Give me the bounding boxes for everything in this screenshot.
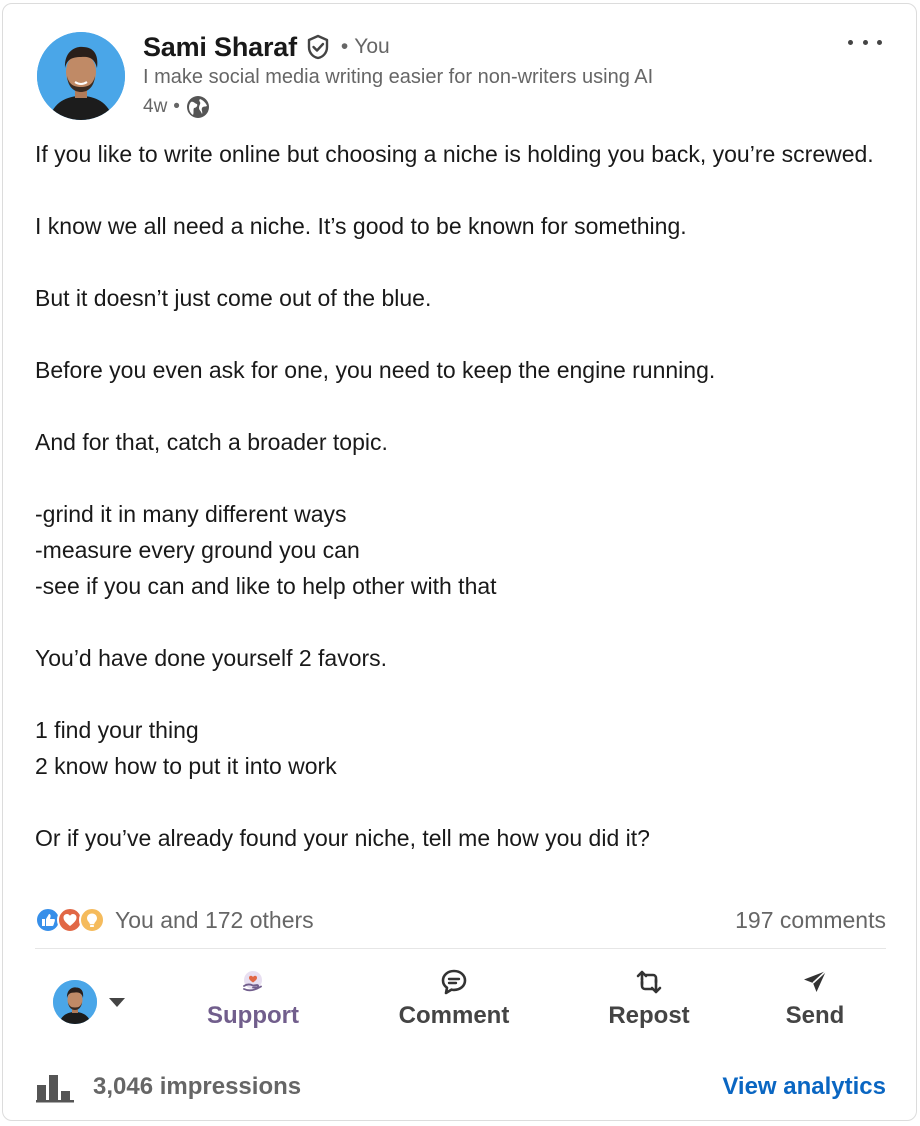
reaction-icons [35, 906, 107, 934]
repost-button[interactable]: Repost [601, 964, 697, 1040]
send-button[interactable]: Send [779, 964, 851, 1040]
post-time[interactable]: 4w [143, 96, 167, 118]
repost-icon [635, 968, 663, 996]
post-paragraph: If you like to write online but choosing… [35, 141, 874, 167]
repost-label: Repost [608, 1002, 690, 1029]
send-paper-plane-icon [801, 968, 829, 996]
meta-separator: • [173, 96, 180, 117]
impressions[interactable]: 3,046 impressions [35, 1068, 301, 1106]
support-button[interactable]: Support [203, 964, 303, 1040]
relation-separator: • [340, 35, 349, 58]
post-meta: 4w • [143, 94, 210, 120]
post-card: Sami Sharaf • You I make social media wr… [2, 3, 917, 1121]
comments-count[interactable]: 197 comments [735, 904, 886, 936]
relation-label: You [354, 35, 390, 58]
post-paragraph: And for that, catch a broader topic. [35, 429, 388, 455]
support-hand-heart-icon [239, 968, 267, 996]
paragraph-spacer [35, 172, 895, 208]
paragraph-spacer [35, 460, 895, 496]
author-name[interactable]: Sami Sharaf [143, 32, 297, 63]
action-bar: Support Comment Repost Send [35, 964, 891, 1040]
paragraph-spacer [35, 316, 895, 352]
post-paragraph: -grind it in many different ways [35, 501, 347, 527]
more-horizontal-icon [877, 39, 882, 45]
more-horizontal-icon [862, 39, 868, 45]
paragraph-spacer [35, 604, 895, 640]
send-label: Send [785, 1002, 845, 1029]
post-paragraph: But it doesn’t just come out of the blue… [35, 285, 432, 311]
shield-check-icon [305, 34, 331, 60]
post-paragraph: 2 know how to put it into work [35, 753, 337, 779]
post-body: If you like to write online but choosing… [35, 136, 895, 856]
post-paragraph: -see if you can and like to help other w… [35, 573, 497, 599]
author-name-row: Sami Sharaf • You [143, 29, 390, 65]
paragraph-spacer [35, 676, 895, 712]
more-horizontal-icon [848, 39, 853, 45]
paragraph-spacer [35, 244, 895, 280]
more-options-button[interactable] [848, 30, 882, 54]
comment-button[interactable]: Comment [391, 964, 517, 1040]
reaction-identity-selector[interactable] [53, 980, 125, 1024]
reactions-count[interactable]: You and 172 others [115, 907, 314, 934]
reactions-summary[interactable]: You and 172 others [35, 904, 314, 936]
support-label: Support [207, 1002, 299, 1029]
author-headline: I make social media writing easier for n… [143, 66, 654, 88]
caret-down-icon [109, 997, 125, 1007]
paragraph-spacer [35, 388, 895, 424]
post-paragraph: You’d have done yourself 2 favors. [35, 645, 388, 671]
impressions-count: 3,046 impressions [93, 1073, 302, 1100]
bar-chart-icon [35, 1071, 75, 1103]
author-avatar[interactable] [37, 32, 125, 120]
post-paragraph: Before you even ask for one, you need to… [35, 357, 716, 383]
post-paragraph: -measure every ground you can [35, 537, 360, 563]
insightful-bulb-icon [79, 907, 105, 933]
paragraph-spacer [35, 784, 895, 820]
view-analytics-link[interactable]: View analytics [722, 1068, 886, 1106]
comment-label: Comment [398, 1002, 510, 1029]
post-paragraph: 1 find your thing [35, 717, 199, 743]
avatar [53, 980, 97, 1024]
divider [35, 948, 886, 949]
post-paragraph: Or if you’ve already found your niche, t… [35, 825, 650, 851]
globe-icon [186, 95, 210, 119]
comment-icon [440, 968, 468, 996]
post-paragraph: I know we all need a niche. It’s good to… [35, 213, 687, 239]
